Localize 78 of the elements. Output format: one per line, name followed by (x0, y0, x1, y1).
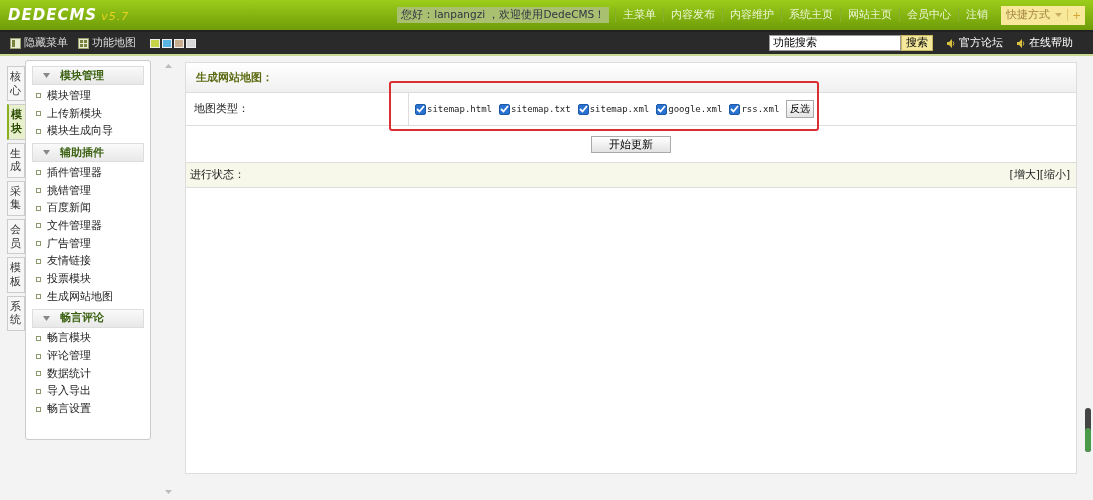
invert-selection-button[interactable]: 反选 (786, 100, 815, 118)
menu-item[interactable]: 广告管理 (32, 234, 144, 253)
menu-item[interactable]: 导入导出 (32, 382, 144, 401)
checkmark-icon (578, 105, 588, 113)
bullet-icon (36, 258, 41, 264)
speaker-icon (947, 38, 955, 48)
bullet-icon (36, 276, 41, 282)
menu-item[interactable]: 插件管理器 (32, 164, 144, 182)
skin-swatch[interactable] (150, 38, 160, 48)
side-tab[interactable]: 模板 (7, 257, 25, 293)
size-link[interactable]: [缩小] (1039, 168, 1070, 182)
menu-item[interactable]: 数据统计 (32, 364, 144, 383)
toolbar-link[interactable]: 功能地图 (78, 36, 136, 50)
menu-item[interactable]: 挑错管理 (32, 181, 144, 200)
bullet-icon (36, 128, 41, 134)
skin-swatch[interactable] (186, 38, 196, 48)
menu-group-header[interactable]: 辅助插件 (32, 143, 144, 163)
size-link[interactable]: [增大] (1009, 168, 1040, 182)
menu-item[interactable]: 畅言设置 (32, 400, 144, 418)
option-checkbox[interactable]: sitemap.html (415, 103, 493, 115)
option-checkbox[interactable]: sitemap.xml (577, 103, 650, 115)
bullet-icon (36, 223, 41, 229)
menu-item[interactable]: 模块管理 (32, 87, 144, 105)
menu-item[interactable]: 友情链接 (32, 252, 144, 271)
menu-item[interactable]: 上传新模块 (32, 104, 144, 123)
bullet-icon (36, 205, 41, 211)
status-label: 进行状态： (190, 168, 245, 182)
bullet-icon (36, 170, 41, 176)
menu-item[interactable]: 评论管理 (32, 347, 144, 365)
bullet-icon (36, 111, 41, 117)
menu-item[interactable]: 百度新闻 (32, 199, 144, 218)
bullet-icon (36, 406, 41, 412)
bullet-icon (36, 353, 41, 359)
speaker-icon (1017, 38, 1025, 48)
search-field[interactable]: 功能搜索 (769, 35, 901, 51)
menu-group-header[interactable]: 模块管理 (32, 66, 144, 85)
bullet-icon (36, 93, 41, 99)
bullet-icon (36, 371, 41, 377)
field-label: 地图类型： (186, 93, 409, 125)
menu-item[interactable]: 生成网站地图 (32, 287, 144, 306)
bullet-icon (36, 388, 41, 394)
bullet-icon (36, 335, 41, 341)
caret-icon (1055, 13, 1063, 17)
logo: DEDECMS v5.7 (8, 6, 130, 24)
caret-icon (43, 315, 50, 321)
grid-icon (78, 37, 89, 49)
menu-group-header[interactable]: 畅言评论 (32, 308, 144, 328)
side-tab[interactable]: 会员 (7, 219, 25, 255)
side-tab[interactable]: 核心 (7, 66, 25, 102)
menu-item[interactable]: 投票模块 (32, 270, 144, 288)
option-checkbox[interactable]: rss.xml (729, 103, 780, 115)
option-checkbox[interactable]: sitemap.txt (499, 103, 571, 115)
bullet-icon (36, 294, 41, 300)
bullet-icon (36, 188, 41, 194)
skin-swatch[interactable] (174, 38, 184, 48)
side-tab[interactable]: 系统 (7, 295, 25, 331)
menu-item[interactable]: 畅言模块 (32, 329, 144, 348)
side-tab[interactable]: 生成 (7, 142, 25, 178)
scrollbar[interactable] (1085, 408, 1091, 452)
search-button[interactable]: 搜索 (901, 35, 933, 51)
menu-item[interactable]: 模块生成向导 (32, 122, 144, 141)
skin-swatch[interactable] (162, 38, 172, 48)
side-tab[interactable]: 采集 (7, 180, 25, 217)
bullet-icon (36, 241, 41, 247)
checkmark-icon (657, 105, 667, 113)
toolbar-link[interactable]: 在线帮助 (1017, 36, 1073, 50)
checkmark-icon (730, 105, 740, 113)
panel-icon (10, 37, 21, 49)
toolbar-link[interactable]: 隐藏菜单 (10, 36, 68, 50)
caret-icon (43, 73, 50, 78)
menu-item[interactable]: 文件管理器 (32, 217, 144, 235)
start-update-button[interactable]: 开始更新 (591, 135, 671, 153)
toolbar-link[interactable]: 官方论坛 (947, 36, 1003, 50)
checkmark-icon (500, 105, 510, 113)
option-checkbox[interactable]: google.xml (656, 103, 723, 115)
caret-icon (43, 150, 50, 156)
checkmark-icon (416, 105, 425, 113)
greeting-text: 您好：lanpangzi ，欢迎使用DedeCMS！ (397, 7, 610, 23)
